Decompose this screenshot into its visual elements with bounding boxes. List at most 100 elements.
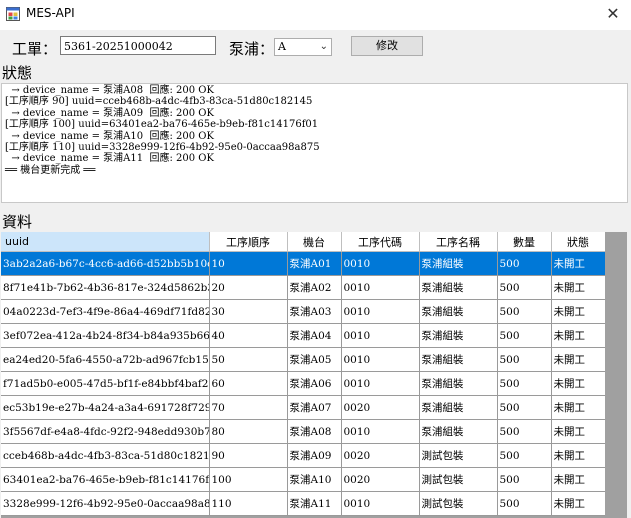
table-cell[interactable]: 未開工 (551, 443, 606, 468)
table-cell[interactable]: 3f5567df-e4a8-4fdc-92f2-948edd930b74 (1, 419, 210, 444)
table-cell[interactable]: 泵浦組裝 (419, 323, 498, 348)
table-cell[interactable]: 0020 (341, 467, 420, 492)
table-cell[interactable]: 泵浦A02 (287, 275, 342, 300)
status-log[interactable]: → device_name = 泵浦A08 回應: 200 OK [工序順序 90… (1, 83, 628, 203)
table-cell[interactable]: 泵浦A10 (287, 467, 342, 492)
table-cell[interactable]: 泵浦A06 (287, 371, 342, 396)
close-icon[interactable]: ✕ (603, 3, 623, 25)
table-cell[interactable]: 未開工 (551, 371, 606, 396)
table-cell[interactable]: 500 (497, 371, 552, 396)
edit-button[interactable]: 修改 (351, 36, 423, 56)
table-cell[interactable]: cceb468b-a4dc-4fb3-83ca-51d80c182145 (1, 443, 210, 468)
order-input[interactable]: 5361-20251000042 (60, 36, 216, 55)
table-cell[interactable]: 63401ea2-ba76-465e-b9eb-f81c14176f01 (1, 467, 210, 492)
table-cell[interactable]: 3328e999-12f6-4b92-95e0-0accaa98a875 (1, 491, 210, 516)
table-row[interactable]: 04a0223d-7ef3-4f9e-86a4-469df71fd829 30 泵浦… (1, 299, 606, 324)
column-header[interactable]: 工序代碼 (341, 232, 420, 252)
table-cell[interactable]: 未開工 (551, 323, 606, 348)
table-cell[interactable]: 0010 (341, 251, 420, 276)
table-cell[interactable]: 泵浦組裝 (419, 395, 498, 420)
table-cell[interactable]: 泵浦A11 (287, 491, 342, 516)
table-cell[interactable]: 10 (209, 251, 288, 276)
table-cell[interactable]: 未開工 (551, 299, 606, 324)
table-cell[interactable]: 500 (497, 491, 552, 516)
table-cell[interactable]: 泵浦A09 (287, 443, 342, 468)
vertical-scrollbar[interactable] (605, 232, 627, 518)
table-cell[interactable]: 80 (209, 419, 288, 444)
table-cell[interactable]: 0010 (341, 299, 420, 324)
table-cell[interactable]: 500 (497, 395, 552, 420)
table-cell[interactable]: 500 (497, 251, 552, 276)
table-cell[interactable]: 測試包裝 (419, 467, 498, 492)
table-cell[interactable]: 30 (209, 299, 288, 324)
table-cell[interactable]: 90 (209, 443, 288, 468)
table-cell[interactable]: 0010 (341, 275, 420, 300)
data-grid[interactable]: uuid 工序順序 機台 工序代碼 工序名稱 數量 狀態 3ab2a2a6-b67c-4cc… (1, 232, 627, 518)
table-cell[interactable]: 測試包裝 (419, 443, 498, 468)
table-cell[interactable]: 未開工 (551, 251, 606, 276)
table-cell[interactable]: 泵浦組裝 (419, 371, 498, 396)
table-cell[interactable]: 500 (497, 275, 552, 300)
table-cell[interactable]: 泵浦組裝 (419, 419, 498, 444)
column-header[interactable]: 工序順序 (209, 232, 288, 252)
pump-select[interactable]: A ⌄ (274, 38, 332, 56)
table-cell[interactable]: ea24ed20-5fa6-4550-a72b-ad967fcb154b (1, 347, 210, 372)
table-cell[interactable]: 60 (209, 371, 288, 396)
table-cell[interactable]: 500 (497, 467, 552, 492)
table-cell[interactable]: 50 (209, 347, 288, 372)
table-cell[interactable]: 未開工 (551, 419, 606, 444)
table-cell[interactable]: 0010 (341, 371, 420, 396)
table-row[interactable]: 3f5567df-e4a8-4fdc-92f2-948edd930b74 80 泵浦… (1, 419, 606, 444)
table-cell[interactable]: 泵浦A01 (287, 251, 342, 276)
table-row[interactable]: 3ef072ea-412a-4b24-8f34-b84a935b6634 40 泵浦… (1, 323, 606, 348)
table-cell[interactable]: 500 (497, 347, 552, 372)
table-cell[interactable]: 100 (209, 467, 288, 492)
table-cell[interactable]: 泵浦組裝 (419, 299, 498, 324)
table-cell[interactable]: 20 (209, 275, 288, 300)
table-cell[interactable]: 未開工 (551, 491, 606, 516)
table-cell[interactable]: 3ab2a2a6-b67c-4cc6-ad66-d52bb5b10e64 (1, 251, 210, 276)
table-cell[interactable]: 泵浦A05 (287, 347, 342, 372)
table-cell[interactable]: f71ad5b0-e005-47d5-bf1f-e84bbf4baf28 (1, 371, 210, 396)
column-header[interactable]: 機台 (287, 232, 342, 252)
table-cell[interactable]: 110 (209, 491, 288, 516)
table-cell[interactable]: 0010 (341, 323, 420, 348)
table-row[interactable]: cceb468b-a4dc-4fb3-83ca-51d80c182145 90 泵浦… (1, 443, 606, 468)
table-cell[interactable]: 0010 (341, 491, 420, 516)
table-cell[interactable]: 泵浦組裝 (419, 275, 498, 300)
table-cell[interactable]: 泵浦A08 (287, 419, 342, 444)
column-header[interactable]: uuid (1, 232, 210, 252)
table-cell[interactable]: 500 (497, 299, 552, 324)
table-cell[interactable]: 泵浦組裝 (419, 347, 498, 372)
table-row[interactable]: 63401ea2-ba76-465e-b9eb-f81c14176f01 100 泵… (1, 467, 606, 492)
table-cell[interactable]: 泵浦A07 (287, 395, 342, 420)
table-cell[interactable]: 0020 (341, 443, 420, 468)
table-row[interactable]: ec53b19e-e27b-4a24-a3a4-691728f72941 70 泵浦… (1, 395, 606, 420)
column-header[interactable]: 工序名稱 (419, 232, 498, 252)
column-header[interactable]: 狀態 (551, 232, 606, 252)
table-cell[interactable]: 500 (497, 419, 552, 444)
table-cell[interactable]: 測試包裝 (419, 491, 498, 516)
table-cell[interactable]: ec53b19e-e27b-4a24-a3a4-691728f72941 (1, 395, 210, 420)
table-cell[interactable]: 500 (497, 443, 552, 468)
table-cell[interactable]: 3ef072ea-412a-4b24-8f34-b84a935b6634 (1, 323, 210, 348)
table-cell[interactable]: 04a0223d-7ef3-4f9e-86a4-469df71fd829 (1, 299, 210, 324)
table-cell[interactable]: 70 (209, 395, 288, 420)
table-row[interactable]: 8f71e41b-7b62-4b36-817e-324d5862b32f 20 泵浦… (1, 275, 606, 300)
table-cell[interactable]: 泵浦A03 (287, 299, 342, 324)
table-row[interactable]: f71ad5b0-e005-47d5-bf1f-e84bbf4baf28 60 泵浦… (1, 371, 606, 396)
table-cell[interactable]: 0020 (341, 395, 420, 420)
table-cell[interactable]: 未開工 (551, 395, 606, 420)
table-row[interactable]: 3328e999-12f6-4b92-95e0-0accaa98a875 110 泵… (1, 491, 606, 516)
table-row[interactable]: 3ab2a2a6-b67c-4cc6-ad66-d52bb5b10e64 10 泵浦… (1, 251, 606, 276)
table-cell[interactable]: 未開工 (551, 347, 606, 372)
table-cell[interactable]: 8f71e41b-7b62-4b36-817e-324d5862b32f (1, 275, 210, 300)
table-cell[interactable]: 未開工 (551, 467, 606, 492)
column-header[interactable]: 數量 (497, 232, 552, 252)
table-cell[interactable]: 0010 (341, 347, 420, 372)
table-cell[interactable]: 0010 (341, 419, 420, 444)
table-cell[interactable]: 泵浦組裝 (419, 251, 498, 276)
table-cell[interactable]: 500 (497, 323, 552, 348)
table-row[interactable]: ea24ed20-5fa6-4550-a72b-ad967fcb154b 50 泵浦… (1, 347, 606, 372)
table-cell[interactable]: 40 (209, 323, 288, 348)
